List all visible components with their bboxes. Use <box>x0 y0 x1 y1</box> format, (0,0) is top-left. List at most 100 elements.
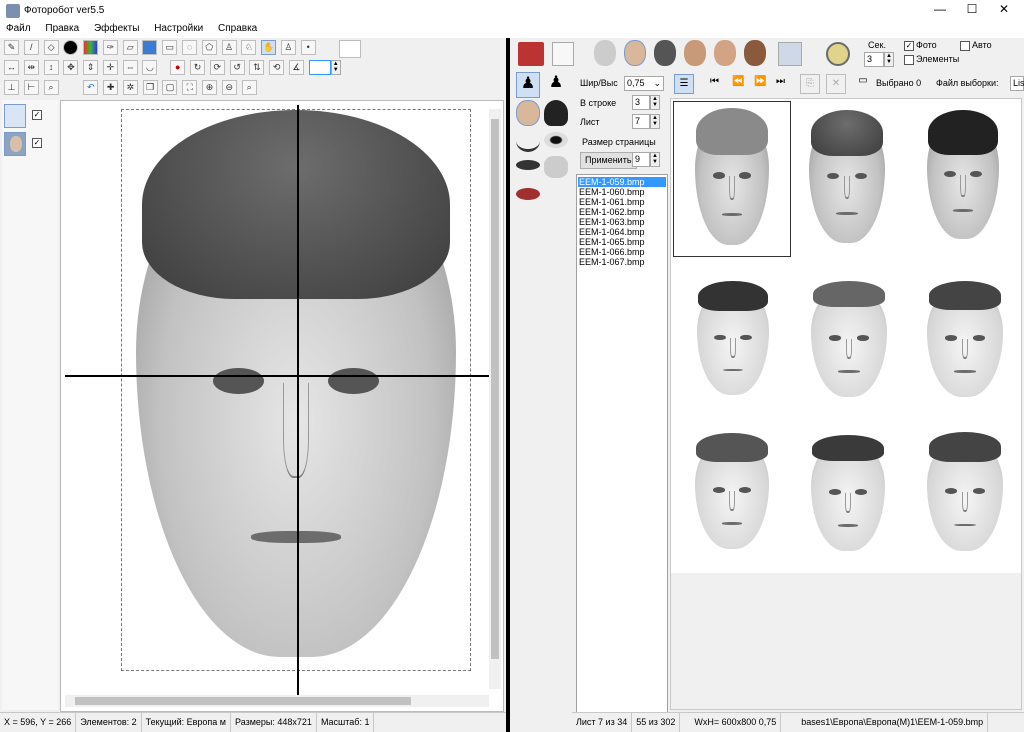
zoom-out-icon[interactable]: ⊖ <box>221 80 237 95</box>
move-v-icon[interactable]: ⇕ <box>83 60 99 75</box>
list-view-icon[interactable] <box>552 42 574 66</box>
page-size-input[interactable]: 9 <box>632 152 650 167</box>
reset-icon[interactable]: ● <box>170 60 186 75</box>
polygon-icon[interactable]: ⬠ <box>201 40 217 55</box>
thumbnail[interactable] <box>911 275 1021 425</box>
lips-tool-icon[interactable]: ◡ <box>142 60 158 75</box>
full-body-icon[interactable]: ♟ <box>516 72 540 98</box>
thumbnail[interactable] <box>677 105 787 255</box>
thumbnail[interactable] <box>677 275 787 425</box>
face-composite[interactable] <box>136 109 456 657</box>
close-button[interactable]: ✕ <box>992 2 1016 16</box>
rotate-icon[interactable]: ⟳ <box>209 60 225 75</box>
menu-settings[interactable]: Настройки <box>148 22 209 35</box>
face-central-icon[interactable] <box>714 40 736 66</box>
next-page-icon[interactable]: ⏩ <box>754 76 766 87</box>
layer-background-icon[interactable] <box>4 104 26 128</box>
photo-checkbox[interactable]: ✓ <box>904 40 914 51</box>
tools-icon[interactable] <box>778 42 802 66</box>
sample-file-input[interactable]: Lis <box>1010 76 1024 91</box>
timer-input[interactable]: 3 <box>864 52 884 67</box>
shrink-h-icon[interactable]: ⇹ <box>23 60 39 75</box>
file-list-item[interactable]: EEM-1-065.bmp <box>578 237 666 247</box>
pencil-icon[interactable]: ✎ <box>4 40 19 55</box>
horizontal-guide[interactable] <box>65 375 489 377</box>
thumbnail[interactable] <box>911 105 1021 255</box>
fill-icon[interactable]: ◇ <box>43 40 59 55</box>
align-icon[interactable]: ⊥ <box>4 80 19 95</box>
file-list-item[interactable]: EEM-1-059.bmp <box>578 177 666 187</box>
elements-checkbox[interactable] <box>904 54 914 65</box>
eraser-icon[interactable]: ▱ <box>122 40 138 55</box>
timer-spinner[interactable]: ▲ ▼ <box>884 52 894 67</box>
list-icon[interactable]: ☰ <box>674 74 694 94</box>
color-swatch[interactable] <box>338 40 361 58</box>
chin-category-icon[interactable] <box>516 130 540 152</box>
prev-page-icon[interactable]: ⏪ <box>732 76 744 87</box>
file-list-item[interactable]: EEM-1-060.bmp <box>578 187 666 197</box>
frame-icon[interactable]: ▢ <box>162 80 178 95</box>
angle-input[interactable] <box>308 60 331 75</box>
stretch-h-icon[interactable]: ↔ <box>4 60 19 75</box>
page-size-spinner[interactable]: ▲ ▼ <box>650 152 660 167</box>
color-black-icon[interactable] <box>63 40 79 55</box>
face-category-icon[interactable] <box>516 100 540 126</box>
sheet-input[interactable]: 7 <box>632 114 650 129</box>
dot-icon[interactable]: • <box>300 40 316 55</box>
figure-icon[interactable]: ♟ <box>544 72 568 98</box>
undo-icon[interactable]: ↶ <box>83 80 99 95</box>
crosshair-icon[interactable]: ✚ <box>103 80 119 95</box>
monitor-icon[interactable]: ▭ <box>854 75 872 91</box>
layer-face-checkbox[interactable]: ✓ <box>32 138 42 148</box>
angle-spinner[interactable]: ▲ ▼ <box>330 60 341 75</box>
face-african-icon[interactable] <box>744 40 766 66</box>
eyes-category-icon[interactable] <box>544 132 568 148</box>
minimize-button[interactable]: — <box>928 2 952 16</box>
thumbnail[interactable] <box>793 429 903 579</box>
head-outline-icon[interactable] <box>594 40 616 66</box>
move-all-icon[interactable]: ✛ <box>102 60 118 75</box>
face-dark-icon[interactable] <box>654 40 676 66</box>
layer-background-checkbox[interactable]: ✓ <box>32 110 42 120</box>
menu-edit[interactable]: Правка <box>39 22 85 35</box>
settings-icon[interactable]: ✲ <box>122 80 138 95</box>
fit-icon[interactable]: ⛶ <box>182 80 198 95</box>
timer-icon[interactable] <box>826 42 850 66</box>
stretch-v-icon[interactable]: ↕ <box>43 60 59 75</box>
move-icon[interactable]: ✥ <box>63 60 79 75</box>
thumbnail[interactable] <box>793 275 903 425</box>
lips-category-icon[interactable] <box>516 188 540 200</box>
stamp-icon[interactable]: ♘ <box>241 40 257 55</box>
eyedropper-icon[interactable]: ✑ <box>102 40 118 55</box>
zoom-reset-icon[interactable]: ⌕ <box>241 80 257 95</box>
layers-icon[interactable]: ❐ <box>142 80 158 95</box>
menu-effects[interactable]: Эффекты <box>88 22 145 35</box>
file-list[interactable]: EEM-1-059.bmp EEM-1-060.bmp EEM-1-061.bmp E… <box>576 174 668 714</box>
rotate-free-icon[interactable]: ⟲ <box>269 60 285 75</box>
vertical-scrollbar[interactable] <box>489 109 501 689</box>
canvas-area[interactable] <box>60 100 504 712</box>
layer-face-icon[interactable] <box>4 132 26 156</box>
last-page-icon[interactable]: ⏭ <box>776 76 785 87</box>
auto-checkbox[interactable] <box>960 40 970 51</box>
hair-category-icon[interactable] <box>544 100 568 126</box>
file-list-item[interactable]: EEM-1-063.bmp <box>578 217 666 227</box>
rect-icon[interactable]: ▭ <box>162 40 178 55</box>
brush-icon[interactable]: / <box>23 40 39 55</box>
rect-fill-icon[interactable] <box>142 40 158 55</box>
splitter[interactable] <box>506 38 510 732</box>
file-list-item[interactable]: EEM-1-062.bmp <box>578 207 666 217</box>
database-icon[interactable] <box>518 42 544 66</box>
nose-category-icon[interactable] <box>544 156 568 178</box>
sheet-spinner[interactable]: ▲ ▼ <box>650 114 660 129</box>
pawn-yellow-icon[interactable]: ♙ <box>280 40 296 55</box>
angle-icon[interactable]: ∡ <box>288 60 304 75</box>
file-list-item[interactable]: EEM-1-061.bmp <box>578 197 666 207</box>
clone-icon[interactable]: ♙ <box>221 40 237 55</box>
file-list-item[interactable]: EEM-1-066.bmp <box>578 247 666 257</box>
zoom-in-icon[interactable]: ⊕ <box>202 80 218 95</box>
elements-option[interactable]: Элементы <box>904 54 959 65</box>
first-page-icon[interactable]: ⏮ <box>710 76 719 87</box>
file-list-item[interactable]: EEM-1-067.bmp <box>578 257 666 267</box>
zoom-icon[interactable]: ⌕ <box>43 80 59 95</box>
